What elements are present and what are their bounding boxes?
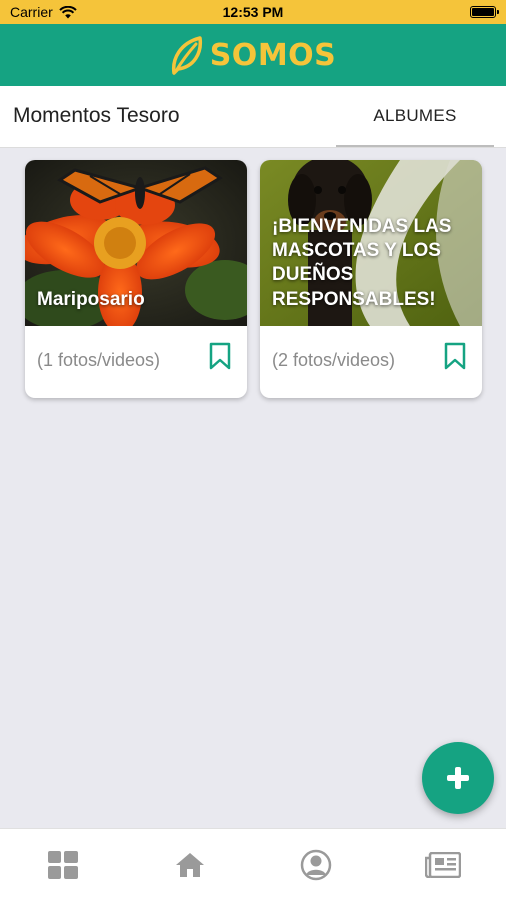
tab-momentos-tesoro[interactable]: Momentos Tesoro [13,104,180,128]
album-title: ¡BIENVENIDAS LAS MASCOTAS Y LOS DUEÑOS R… [272,215,452,310]
status-bar: Carrier 12:53 PM [0,0,506,24]
album-title: Mariposario [37,288,145,310]
nav-home[interactable] [160,835,220,895]
nav-grid[interactable] [33,835,93,895]
app-bar: SOMOS [0,24,506,86]
album-count: (1 fotos/videos) [37,350,161,370]
album-cover-image: Mariposario [25,160,247,326]
bottom-nav [0,828,506,900]
tab-bar: Momentos Tesoro ALBUMES [0,86,506,148]
nav-news[interactable] [413,835,473,895]
bookmark-icon[interactable] [444,342,466,370]
album-card-mariposario[interactable]: Mariposario (1 fotos/videos) [25,160,247,398]
wifi-icon [59,5,77,18]
leaf-logo-icon [171,36,202,75]
add-album-button[interactable] [422,742,494,814]
grid-icon [48,850,79,879]
brand-name: SOMOS [209,37,337,73]
news-icon [424,851,461,878]
album-count: (2 fotos/videos) [272,350,396,370]
bookmark-icon[interactable] [209,342,231,370]
profile-icon [301,849,332,880]
home-icon [175,852,204,877]
album-cover-image: ¡BIENVENIDAS LAS MASCOTAS Y LOS DUEÑOS R… [260,160,482,326]
album-card-mascotas[interactable]: ¡BIENVENIDAS LAS MASCOTAS Y LOS DUEÑOS R… [260,160,482,398]
plus-icon [447,767,469,789]
tab-albumes[interactable]: ALBUMES [336,86,494,147]
nav-profile[interactable] [286,835,346,895]
status-left: Carrier [10,4,77,20]
battery-icon [470,6,499,18]
carrier-label: Carrier [10,4,53,20]
